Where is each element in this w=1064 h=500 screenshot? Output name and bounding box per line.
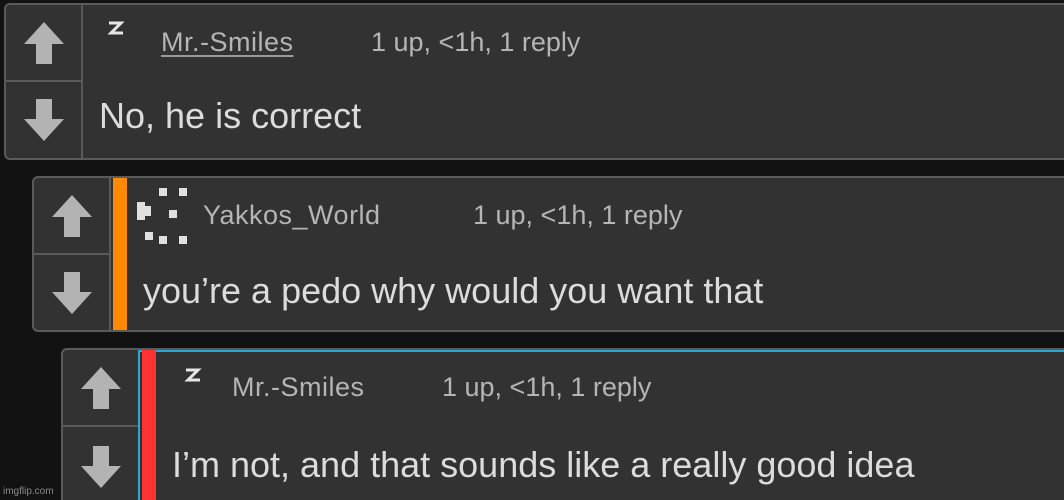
pixel-pattern-icon [135, 188, 195, 251]
comment-card: Mr.-Smiles 1 up, <1h, 1 reply I’m not, a… [61, 348, 1064, 500]
arrow-up-icon [23, 21, 64, 64]
watermark: imgflip.com [3, 486, 54, 497]
comment-body: Yakkos_World 1 up, <1h, 1 reply you’re a… [127, 178, 1064, 330]
downvote-button[interactable] [34, 255, 109, 330]
username-link[interactable]: Mr.-Smiles [232, 372, 365, 403]
comment-card: Yakkos_World 1 up, <1h, 1 reply you’re a… [32, 176, 1064, 332]
thread-stripe [113, 178, 127, 330]
thread-stripe [142, 350, 156, 500]
downvote-button[interactable] [63, 427, 138, 500]
comment-card: Mr.-Smiles 1 up, <1h, 1 reply No, he is … [4, 3, 1064, 160]
vote-column [34, 178, 111, 330]
username-link[interactable]: Yakkos_World [203, 200, 381, 231]
arrow-up-icon [51, 194, 92, 237]
upvote-button[interactable] [34, 178, 109, 255]
comment-body: Mr.-Smiles 1 up, <1h, 1 reply No, he is … [83, 5, 1064, 158]
comment-text: you’re a pedo why would you want that [143, 270, 764, 311]
downvote-button[interactable] [6, 82, 81, 158]
comment-text: No, he is correct [99, 95, 362, 136]
vote-column [63, 350, 140, 500]
arrow-up-icon [80, 366, 121, 409]
upvote-button[interactable] [6, 5, 81, 82]
lightning-icon [103, 19, 127, 46]
arrow-down-icon [23, 99, 64, 141]
arrow-down-icon [51, 271, 92, 314]
comment-meta: 1 up, <1h, 1 reply [442, 372, 652, 402]
username-link[interactable]: Mr.-Smiles [161, 27, 294, 58]
comment-body: Mr.-Smiles 1 up, <1h, 1 reply I’m not, a… [156, 350, 1064, 500]
upvote-button[interactable] [63, 350, 138, 427]
comment-meta: 1 up, <1h, 1 reply [473, 200, 683, 230]
arrow-down-icon [80, 445, 121, 488]
comment-meta: 1 up, <1h, 1 reply [371, 27, 581, 57]
vote-column [6, 5, 83, 158]
lightning-icon [180, 366, 204, 393]
comment-text: I’m not, and that sounds like a really g… [172, 444, 915, 485]
highlight-outline [138, 350, 140, 500]
